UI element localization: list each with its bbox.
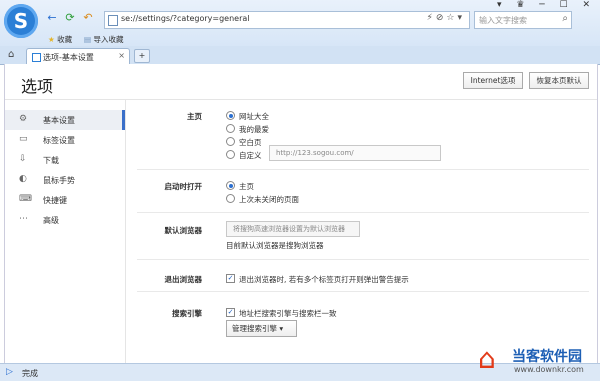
sidebar-item-label: 鼠标手势 (43, 176, 75, 185)
tab-bar: ⌂ 选项-基本设置 × + (0, 46, 600, 65)
default-browser-section-label: 默认浏览器 (164, 226, 203, 235)
status-text: 完成 (22, 369, 38, 378)
search-input[interactable]: 输入文字搜索 ⌕ (474, 11, 572, 29)
settings-sidebar: ⚙ 基本设置 ▭ 标签设置 ⇩ 下载 ◐ 鼠标手势 ⌨ 快捷键 ⋯ 高级 (5, 100, 126, 363)
home-radio-blank[interactable] (226, 137, 235, 146)
divider (137, 169, 589, 170)
divider (137, 291, 589, 292)
sidebar-item-mouse-gesture[interactable]: ◐ 鼠标手势 (5, 170, 125, 190)
sidebar-item-download[interactable]: ⇩ 下载 (5, 150, 125, 170)
search-engine-sync-label: 地址栏搜索引擎与搜索栏一致 (239, 309, 337, 318)
default-browser-status: 目前默认浏览器是搜狗浏览器 (226, 241, 324, 250)
divider (137, 212, 589, 213)
home-radio-favorites[interactable] (226, 124, 235, 133)
more-icon: ⋯ (19, 214, 28, 224)
folder-icon: ▤ (84, 35, 92, 44)
browser-toolbar: S ← ⟳ ↶ se://settings/?category=general … (0, 0, 600, 46)
bookmark-import[interactable]: ▤ 导入收藏 (84, 34, 123, 45)
star-icon: ★ (48, 35, 55, 44)
bookmark-favorites[interactable]: ★ 收藏 (48, 34, 72, 45)
address-bar[interactable]: se://settings/?category=general ⚡⊘☆▾ (104, 11, 470, 29)
home-option-favorites: 我的最爱 (239, 125, 269, 134)
download-icon: ⇩ (19, 154, 27, 164)
startup-radio-home[interactable] (226, 181, 235, 190)
home-option-blank: 空白页 (239, 138, 262, 147)
gear-icon: ⚙ (19, 114, 28, 124)
home-option-custom: 自定义 (239, 151, 262, 160)
address-url: se://settings/?category=general (121, 14, 250, 23)
watermark-url: www.downkr.com (514, 365, 584, 374)
exit-section-label: 退出浏览器 (164, 275, 203, 284)
tab-icon: ▭ (19, 134, 28, 144)
undo-button[interactable]: ↶ (82, 12, 94, 24)
sidebar-item-label: 标签设置 (43, 136, 75, 145)
settings-tab-icon (32, 53, 41, 62)
search-engine-section-label: 搜索引擎 (172, 309, 202, 318)
mouse-icon: ◐ (19, 174, 27, 184)
startup-radio-last-session[interactable] (226, 194, 235, 203)
restore-defaults-button[interactable]: 恢复本页默认 (529, 72, 589, 89)
watermark-text: 当客软件园 (512, 349, 582, 365)
sidebar-item-label: 基本设置 (43, 116, 75, 125)
set-default-browser-button[interactable]: 将搜狗高速浏览器设置为默认浏览器 (226, 221, 360, 237)
bookmark-import-label: 导入收藏 (93, 35, 124, 44)
chevron-down-icon: ▾ (279, 324, 284, 333)
window-controls[interactable]: ▾ ♛ ─ ☐ ✕ (497, 0, 596, 10)
tab-label: 选项-基本设置 (43, 53, 94, 62)
custom-homepage-field[interactable]: http://123.sogou.com/ (269, 145, 441, 161)
home-radio-custom[interactable] (226, 150, 235, 159)
manage-search-engines-dropdown[interactable]: 管理搜索引擎 ▾ (226, 320, 297, 337)
home-section-label: 主页 (187, 112, 202, 121)
new-tab-button[interactable]: + (134, 49, 150, 63)
home-icon[interactable]: ⌂ (8, 49, 14, 60)
search-placeholder: 输入文字搜索 (479, 16, 527, 25)
home-option-nav: 网址大全 (239, 112, 269, 121)
settings-page: 选项 Internet选项 恢复本页默认 ⚙ 基本设置 ▭ 标签设置 ⇩ 下载 … (4, 64, 598, 363)
home-radio-nav[interactable] (226, 111, 235, 120)
browser-logo[interactable]: S (4, 4, 38, 38)
page-title: 选项 (21, 77, 54, 96)
exit-warning-checkbox[interactable]: ✓ (226, 274, 235, 283)
address-tools-icons[interactable]: ⚡⊘☆▾ (427, 13, 465, 23)
startup-option-home: 主页 (239, 182, 254, 191)
sidebar-item-basic[interactable]: ⚙ 基本设置 (5, 110, 125, 130)
exit-warning-label: 退出浏览器时, 若有多个标签页打开则弹出警告提示 (239, 275, 409, 284)
search-engine-sync-checkbox[interactable]: ✓ (226, 308, 235, 317)
back-button[interactable]: ← (46, 12, 58, 24)
divider (137, 259, 589, 260)
sidebar-item-tabs[interactable]: ▭ 标签设置 (5, 130, 125, 150)
sidebar-item-shortcuts[interactable]: ⌨ 快捷键 (5, 190, 125, 210)
sidebar-item-advanced[interactable]: ⋯ 高级 (5, 210, 125, 230)
page-icon (108, 15, 118, 26)
tab-close-button[interactable]: × (118, 51, 125, 60)
internet-options-button[interactable]: Internet选项 (463, 72, 523, 89)
search-icon[interactable]: ⌕ (562, 13, 568, 24)
reload-button[interactable]: ⟳ (64, 12, 76, 24)
startup-section-label: 启动时打开 (164, 182, 203, 191)
keyboard-icon: ⌨ (19, 194, 32, 204)
sidebar-item-label: 高级 (43, 216, 59, 225)
bookmark-favorites-label: 收藏 (57, 35, 73, 44)
manage-search-engines-label: 管理搜索引擎 (232, 324, 277, 333)
house-icon: ⌂ (478, 342, 496, 375)
sidebar-item-label: 下载 (43, 156, 59, 165)
tab-settings[interactable]: 选项-基本设置 × (26, 48, 130, 65)
page-header: 选项 Internet选项 恢复本页默认 (5, 64, 597, 100)
startup-option-last-session: 上次未关闭的页面 (239, 195, 299, 204)
status-icon: ▷ (6, 367, 13, 377)
sidebar-item-label: 快捷键 (43, 196, 67, 205)
watermark-logo: ⌂ 当客软件园 www.downkr.com (476, 344, 600, 380)
